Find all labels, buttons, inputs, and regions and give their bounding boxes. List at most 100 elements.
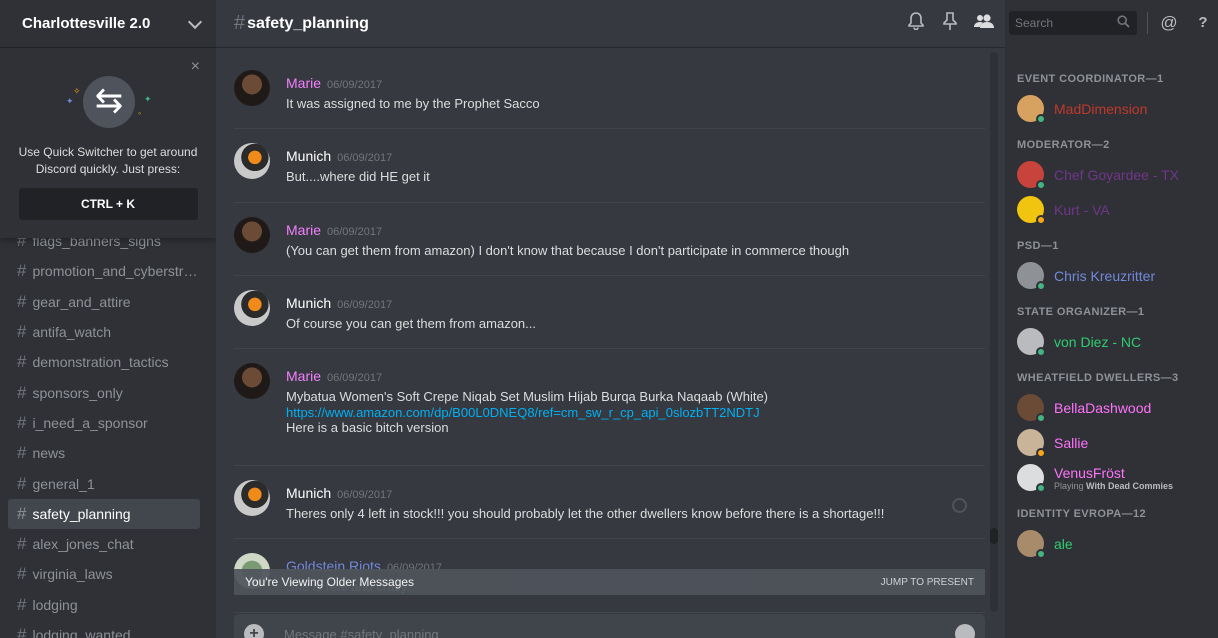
bell-icon[interactable] [905, 12, 927, 34]
channel-item-news[interactable]: # news [8, 438, 200, 468]
at-icon[interactable]: @ [1158, 12, 1180, 34]
member-item[interactable]: MadDimension [1005, 91, 1218, 126]
channel-header: # safety_planning [216, 0, 1005, 48]
message-author[interactable]: Marie [286, 222, 321, 238]
hash-icon: # [17, 564, 27, 584]
avatar[interactable] [234, 480, 270, 517]
member-name[interactable]: von Diez - NC [1054, 334, 1141, 350]
channel-item-lodging-wanted[interactable]: # lodging_wanted [8, 620, 200, 638]
member-name[interactable]: BellaDashwood [1054, 400, 1151, 416]
emoji-icon[interactable] [955, 624, 975, 638]
channel-item-gear-and-attire[interactable]: # gear_and_attire [8, 287, 200, 317]
avatar[interactable] [1017, 262, 1046, 291]
message-text: But....where did HE get it [286, 169, 966, 185]
avatar[interactable] [1017, 394, 1046, 423]
avatar[interactable] [234, 143, 270, 180]
avatar[interactable] [234, 363, 270, 400]
member-name[interactable]: Chris Kreuzritter [1054, 268, 1155, 284]
channel-item-safety-planning[interactable]: # safety_planning [8, 498, 200, 529]
scrollbar-thumb[interactable] [990, 528, 998, 544]
quick-switcher-art: ✦ ✧ ✦ ◦ ⇆ [58, 68, 158, 138]
avatar[interactable] [234, 289, 270, 326]
message-author[interactable]: Marie [286, 75, 321, 91]
member-item[interactable]: Chef Goyardee - TX [1005, 157, 1218, 192]
member-item[interactable]: ale [1005, 526, 1218, 561]
member-name[interactable]: Kurt - VA [1054, 202, 1110, 218]
message-timestamp: 06/09/2017 [327, 372, 383, 385]
avatar[interactable] [1017, 196, 1046, 225]
message-author[interactable]: Marie [286, 368, 321, 384]
member-name[interactable]: ale [1054, 536, 1073, 552]
channel-item-i-need-a-sponsor[interactable]: # i_need_a_sponsor [8, 408, 200, 438]
member-item[interactable]: Sallie [1005, 425, 1218, 460]
message-author[interactable]: Munich [286, 295, 331, 311]
avatar[interactable] [1017, 328, 1046, 357]
member-name[interactable]: Chef Goyardee - TX [1054, 167, 1179, 183]
message-meta: Marie 06/09/2017 [286, 222, 382, 238]
avatar[interactable] [234, 216, 270, 253]
pin-icon[interactable] [939, 12, 961, 34]
message-body: But....where did HE get it [286, 169, 430, 185]
channel-item-promotion-and-cyberstr[interactable]: # promotion_and_cyberstr… [8, 256, 200, 286]
member-item[interactable]: Kurt - VA [1005, 192, 1218, 227]
sparkle-icon: ✦ [66, 96, 74, 106]
jump-to-present-button[interactable]: JUMP TO PRESENT [881, 577, 974, 588]
hash-icon: # [17, 412, 27, 432]
message-body: Theres only 4 left in stock!!! you shoul… [286, 506, 885, 522]
hash-icon: # [17, 291, 27, 311]
message-text: Mybatua Women's Soft Crepe Niqab Set Mus… [286, 389, 966, 436]
shortcut-key[interactable]: CTRL + K [18, 188, 198, 220]
member-name[interactable]: VenusFröst [1054, 465, 1173, 481]
message-meta: Marie 06/09/2017 [286, 368, 382, 384]
server-header[interactable]: Charlottesville 2.0 [0, 0, 216, 48]
hash-icon: # [17, 594, 27, 614]
member-list: EVENT COORDINATOR—1 MadDimension MODERATOR… [1005, 0, 1218, 638]
member-item[interactable]: von Diez - NC [1005, 324, 1218, 359]
avatar[interactable] [1017, 95, 1046, 124]
role-header: EVENT COORDINATOR—1 [1017, 73, 1164, 85]
chat-scrollbar[interactable] [990, 52, 998, 612]
avatar[interactable] [1017, 429, 1046, 458]
channel-item-antifa-watch[interactable]: # antifa_watch [8, 317, 200, 347]
avatar[interactable] [1017, 464, 1046, 493]
chevron-down-icon[interactable] [187, 14, 203, 29]
help-icon[interactable]: ? [1192, 12, 1214, 34]
role-header: WHEATFIELD DWELLERS—3 [1017, 372, 1179, 384]
member-item[interactable]: Chris Kreuzritter [1005, 258, 1218, 293]
status-dot [1036, 180, 1046, 190]
member-item[interactable]: VenusFröst Playing With Dead Commies [1005, 460, 1218, 495]
message-list: Marie 06/09/2017 It was assigned to me by … [234, 56, 985, 613]
avatar[interactable] [1017, 530, 1046, 559]
close-icon[interactable]: × [191, 58, 200, 76]
message-link[interactable]: https://www.amazon.com/dp/B00L0DNEQ8/ref… [286, 405, 760, 420]
member-name[interactable]: MadDimension [1054, 101, 1147, 117]
members-icon[interactable] [973, 12, 995, 34]
avatar[interactable] [1017, 161, 1046, 190]
message-row: Munich 06/09/2017 Of course you can get th… [234, 276, 985, 350]
message-composer: + [234, 614, 985, 638]
message-text: It was assigned to me by the Prophet Sac… [286, 96, 966, 112]
channel-item-virginia-laws[interactable]: # virginia_laws [8, 559, 200, 589]
channel-item-alex-jones-chat[interactable]: # alex_jones_chat [8, 529, 200, 559]
member-item[interactable]: BellaDashwood [1005, 390, 1218, 425]
message-input[interactable] [284, 622, 924, 638]
upload-plus-icon[interactable]: + [244, 624, 264, 638]
member-name[interactable]: Sallie [1054, 435, 1088, 451]
status-dot [1036, 483, 1046, 493]
message-author[interactable]: Munich [286, 485, 331, 501]
channel-item-lodging[interactable]: # lodging [8, 590, 200, 620]
channel-item-demonstration-tactics[interactable]: # demonstration_tactics [8, 347, 200, 377]
message-row: Marie 06/09/2017 (You can get them from am… [234, 203, 985, 276]
status-dot [1036, 215, 1046, 225]
role-header: IDENTITY EVROPA—12 [1017, 508, 1147, 520]
search-box[interactable] [1009, 11, 1137, 35]
avatar[interactable] [234, 70, 270, 106]
header-toolbar: @ ? [905, 10, 1214, 36]
channel-item-general-1[interactable]: # general_1 [8, 468, 200, 498]
channel-label: general_1 [32, 475, 95, 492]
search-input[interactable] [1009, 11, 1109, 35]
message-author[interactable]: Munich [286, 148, 331, 164]
message-text: Of course you can get them from amazon..… [286, 316, 966, 332]
channel-item-sponsors-only[interactable]: # sponsors_only [8, 377, 200, 407]
hash-icon: # [17, 443, 27, 463]
